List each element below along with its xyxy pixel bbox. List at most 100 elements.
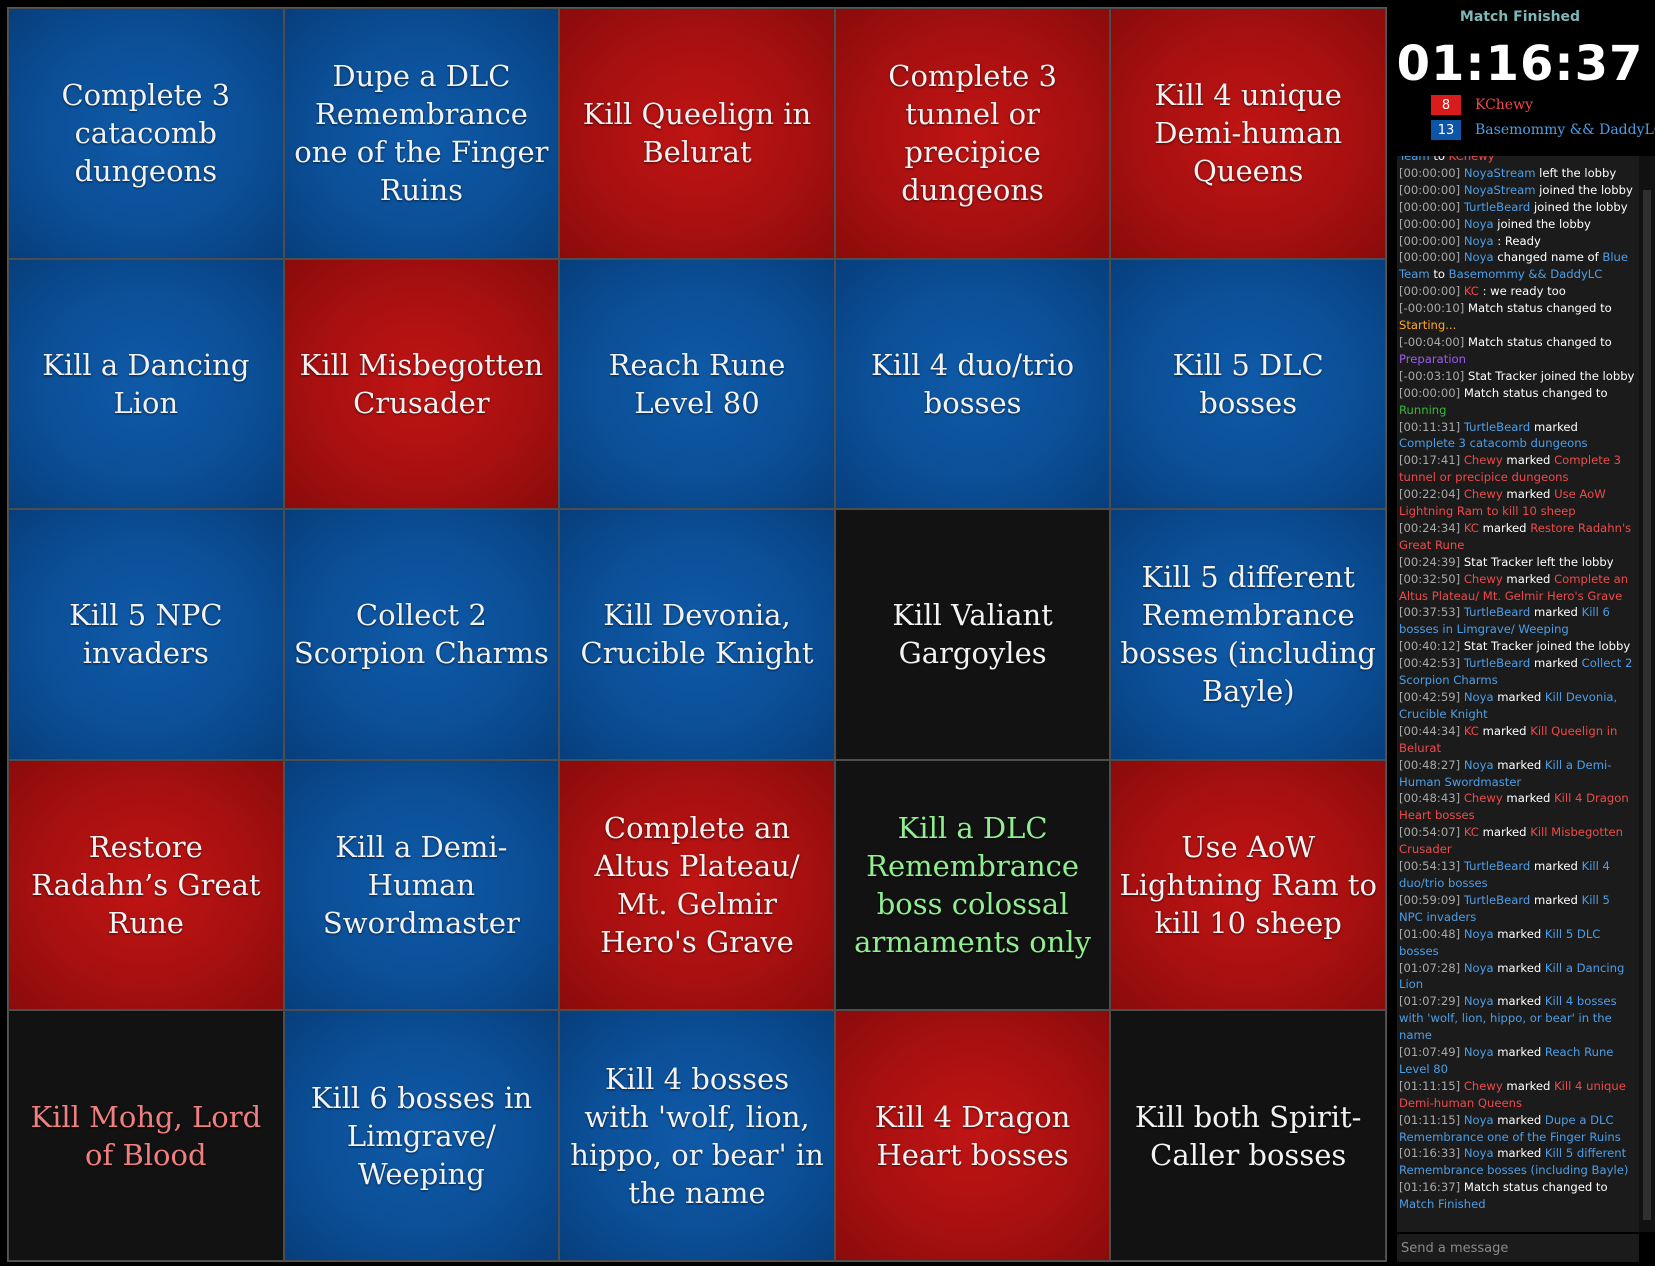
chat-scrollbar[interactable]	[1639, 156, 1655, 1232]
chat-message-segment: joined the lobby	[1530, 199, 1628, 214]
chat-message-segment: [00:00:00]	[1399, 216, 1464, 231]
board-cell-label: Reach Rune Level 80	[608, 347, 786, 420]
chat-message-segment: marked	[1502, 487, 1555, 502]
chat-message-segment: marked	[1493, 960, 1545, 975]
chat-message-segment: Chewy	[1463, 453, 1503, 468]
board-cell[interactable]: Reach Rune Level 80	[559, 258, 835, 510]
chat-message-segment: [00:44:34]	[1399, 723, 1464, 738]
board-cell[interactable]: Kill 6 bosses in Limgrave/ Weeping	[283, 1010, 560, 1261]
match-status-title: Match Finished	[1459, 9, 1581, 25]
board-cell[interactable]: Kill 4 duo/trio bosses	[834, 258, 1111, 510]
chat-message-segment: to	[1429, 156, 1449, 163]
chat-message: [00:42:59] Noya marked Kill Devonia, Cru…	[1399, 689, 1637, 723]
chat-message-segment: TurtleBeard	[1463, 419, 1531, 434]
chat-message-segment: Stat Tracker joined the lobby	[1468, 368, 1635, 383]
team-name-red[interactable]: KChewy	[1475, 97, 1533, 113]
chat-message-segment: [01:07:28]	[1399, 960, 1464, 975]
chat-message-segment: marked	[1530, 892, 1582, 907]
chat-scrollbar-thumb[interactable]	[1643, 190, 1651, 1220]
chat-messages: Team to KChewy [00:00:00] NoyaStream left…	[1397, 156, 1639, 1213]
message-input[interactable]	[1397, 1234, 1639, 1262]
chat-log[interactable]: Team to KChewy [00:00:00] NoyaStream left…	[1397, 156, 1639, 1232]
board-cell[interactable]: Kill a Demi-Human Swordmaster	[283, 759, 560, 1011]
board-cell-label: Complete 3 tunnel or precipice dungeons	[888, 59, 1057, 208]
board-cell[interactable]: Kill Valiant Gargoyles	[834, 509, 1111, 760]
chat-message-segment: TurtleBeard	[1463, 199, 1531, 214]
team-score-blue: 13	[1431, 120, 1461, 140]
chat-message-segment: : Ready	[1493, 233, 1541, 248]
board-cell[interactable]: Kill Misbegotten Crusader	[283, 258, 560, 510]
chat-message-segment: Noya	[1463, 994, 1494, 1009]
board-cell[interactable]: Kill 5 NPC invaders	[8, 509, 284, 760]
chat-message: [00:00:00] TurtleBeard joined the lobby	[1399, 199, 1637, 216]
chat-message-segment: marked	[1493, 1112, 1545, 1127]
chat-message-segment: Chewy	[1463, 571, 1503, 586]
chat-message: [01:16:37] Match status changed to Match…	[1399, 1179, 1637, 1213]
chat-message-segment: [00:00:00]	[1399, 284, 1464, 299]
chat-message-segment: TurtleBeard	[1463, 859, 1531, 874]
chat-message-segment: [01:11:15]	[1399, 1112, 1464, 1127]
board-cell[interactable]: Complete an Altus Plateau/ Mt. Gelmir He…	[559, 759, 835, 1011]
board-cell[interactable]: Restore Radahn’s Great Rune	[8, 759, 284, 1011]
board-cell[interactable]: Collect 2 Scorpion Charms	[283, 509, 560, 760]
chat-message: [01:00:48] Noya marked Kill 5 DLC bosses	[1399, 926, 1637, 960]
board-cell-label: Kill 4 bosses with 'wolf, lion, hippo, o…	[570, 1061, 824, 1210]
board-cell-label: Kill a Dancing Lion	[42, 347, 250, 420]
board-cell[interactable]: Kill Devonia, Crucible Knight	[559, 509, 835, 760]
chat-message: [-00:03:10] Stat Tracker joined the lobb…	[1399, 368, 1637, 385]
chat-message-segment: marked	[1502, 571, 1555, 586]
chat-message-segment: marked	[1493, 926, 1545, 941]
board-cell[interactable]: Dupe a DLC Remembrance one of the Finger…	[283, 8, 560, 259]
chat-message-segment: [00:42:59]	[1399, 690, 1464, 704]
board-cell[interactable]: Kill Mohg, Lord of Blood	[8, 1010, 284, 1261]
chat-message: [00:59:09] TurtleBeard marked Kill 5 NPC…	[1399, 892, 1637, 926]
chat-message: [00:22:04] Chewy marked Use AoW Lightnin…	[1399, 486, 1637, 520]
chat-message: [00:00:00] Noya : Ready	[1399, 233, 1637, 250]
bingo-board: Complete 3 catacomb dungeons Dupe a DLC R…	[7, 7, 1387, 1262]
board-cell[interactable]: Complete 3 catacomb dungeons	[8, 8, 284, 259]
chat-message-segment: [00:00:00]	[1399, 233, 1464, 248]
chat-message: [00:00:00] NoyaStream left the lobby	[1399, 165, 1637, 182]
board-cell[interactable]: Kill 5 DLC bosses	[1110, 258, 1386, 510]
chat-message-segment: [00:00:00]	[1399, 199, 1464, 214]
chat-message-segment: changed name of	[1493, 250, 1603, 265]
chat-message: [01:11:15] Noya marked Dupe a DLC Rememb…	[1399, 1112, 1637, 1146]
chat-message: [01:07:49] Noya marked Reach Rune Level …	[1399, 1044, 1637, 1078]
board-cell[interactable]: Kill 4 unique Demi-human Queens	[1110, 8, 1386, 259]
chat-message-segment: [00:24:39]	[1399, 554, 1464, 569]
chat-message-segment: [01:16:33]	[1399, 1146, 1464, 1161]
chat-message: [00:24:39] Stat Tracker left the lobby	[1399, 554, 1637, 571]
board-cell[interactable]: Kill 4 bosses with 'wolf, lion, hippo, o…	[559, 1010, 835, 1261]
chat-message: [01:07:29] Noya marked Kill 4 bosses wit…	[1399, 993, 1637, 1044]
board-cell[interactable]: Kill 5 different Remembrance bosses (inc…	[1110, 509, 1386, 760]
chat-message-segment: [00:22:04]	[1399, 487, 1464, 502]
chat-message-segment: joined the lobby	[1535, 182, 1633, 197]
chat-message-segment: [00:42:53]	[1399, 656, 1464, 671]
board-cell[interactable]: Kill 4 Dragon Heart bosses	[834, 1010, 1111, 1261]
board-cell[interactable]: Kill Queelign in Belurat	[559, 8, 835, 259]
board-cell[interactable]: Complete 3 tunnel or precipice dungeons	[834, 8, 1111, 259]
board-cell[interactable]: Kill both Spirit-Caller bosses	[1110, 1010, 1386, 1261]
chat-message-segment: Noya	[1463, 1045, 1494, 1060]
board-cell[interactable]: Kill a DLC Remembrance boss colossal arm…	[834, 759, 1111, 1011]
chat-message-segment: [01:11:15]	[1399, 1078, 1464, 1093]
chat-message-segment: : we ready too	[1478, 284, 1566, 299]
chat-message-segment: Match status changed to	[1468, 301, 1612, 316]
chat-message-segment: [-00:04:00]	[1399, 334, 1468, 349]
chat-message-segment: [01:07:29]	[1399, 994, 1464, 1009]
chat-message-segment: [00:59:09]	[1399, 892, 1464, 907]
chat-message-segment: [00:00:00]	[1399, 165, 1464, 180]
match-timer: 01:16:37	[1396, 36, 1644, 92]
chat-message-segment: Stat Tracker joined the lobby	[1463, 639, 1631, 654]
chat-message-segment: Stat Tracker left the lobby	[1463, 554, 1614, 569]
board-cell[interactable]: Use AoW Lightning Ram to kill 10 sheep	[1110, 759, 1386, 1011]
team-name-blue[interactable]: Basemommy && DaddyLC	[1475, 122, 1655, 138]
chat-message-segment: marked	[1502, 453, 1555, 468]
chat-message-segment: [01:00:48]	[1399, 926, 1464, 941]
board-cell[interactable]: Kill a Dancing Lion	[8, 258, 284, 510]
chat-message-segment: marked	[1493, 994, 1545, 1009]
chat-message: [00:40:12] Stat Tracker joined the lobby	[1399, 638, 1637, 655]
chat-message-segment: Complete 3 catacomb dungeons	[1399, 436, 1588, 451]
chat-message-segment: Match status changed to	[1463, 1180, 1608, 1195]
chat-message: [00:00:00] Noya changed name of Blue Tea…	[1399, 249, 1637, 283]
